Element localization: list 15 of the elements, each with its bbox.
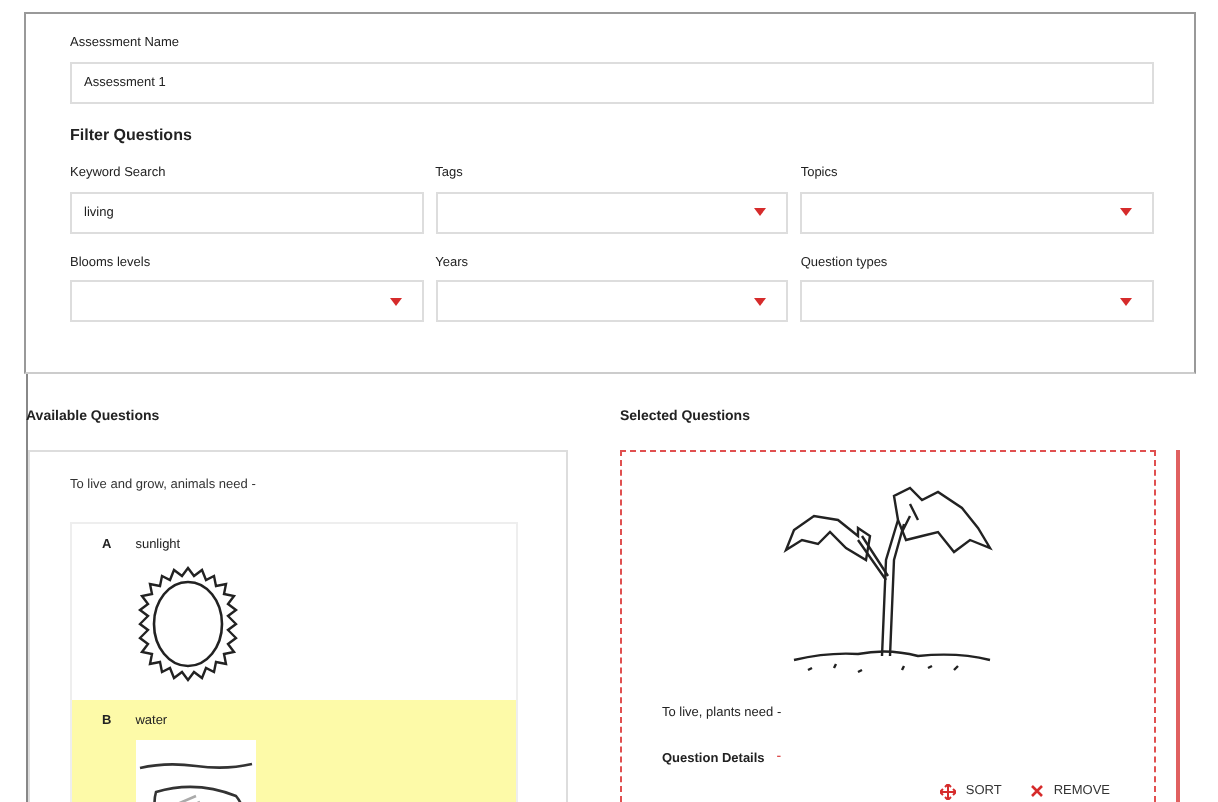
section-title: Filter Questions	[70, 123, 194, 148]
move-icon	[939, 783, 956, 800]
caret-icon	[754, 208, 767, 216]
dropdown-field[interactable]	[70, 280, 424, 323]
dropdown-field[interactable]	[435, 191, 789, 233]
caret-icon	[754, 297, 767, 306]
caret-icon	[389, 297, 402, 306]
scrollbar[interactable]	[1176, 449, 1180, 802]
sun-drawing	[135, 564, 240, 684]
caret-icon	[1120, 208, 1132, 216]
dropdown-field[interactable]	[800, 191, 1154, 233]
dropdown-field[interactable]	[800, 280, 1154, 323]
dropdown-field[interactable]	[435, 280, 789, 323]
caret-icon	[1120, 297, 1132, 306]
close-icon	[1029, 784, 1044, 799]
